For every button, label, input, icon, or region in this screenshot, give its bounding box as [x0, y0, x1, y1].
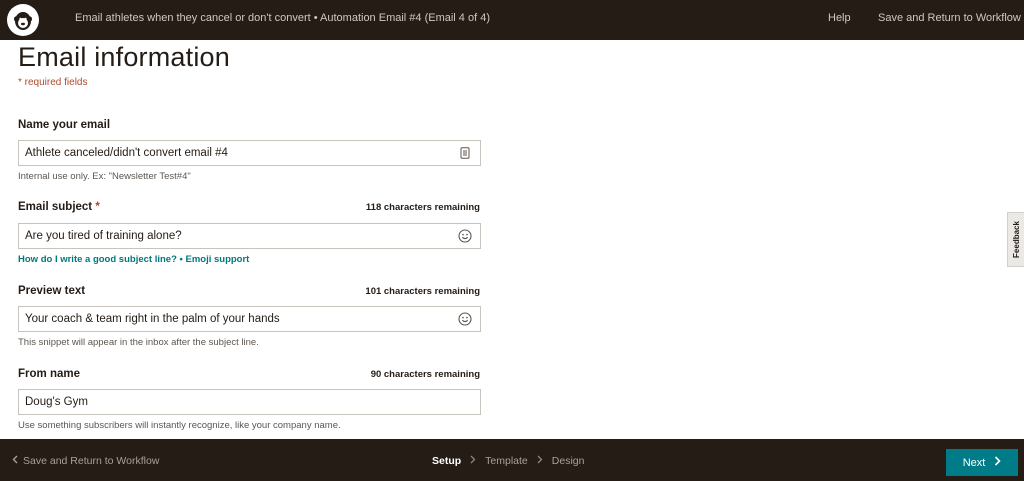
feedback-tab[interactable]: Feedback: [1007, 212, 1024, 267]
page-title: Email information: [18, 42, 230, 72]
preview-text-hint: This snippet will appear in the inbox af…: [18, 337, 259, 348]
save-return-bottom-link[interactable]: Save and Return to Workflow: [12, 455, 159, 467]
emoji-icon[interactable]: [458, 312, 472, 326]
from-name-field-wrapper: [18, 389, 481, 415]
from-name-char-counter: 90 characters remaining: [370, 369, 480, 380]
from-name-label: From name: [18, 368, 80, 380]
subject-line-help-link[interactable]: How do I write a good subject line?: [18, 254, 177, 265]
subject-help-links: How do I write a good subject line? • Em…: [18, 254, 249, 265]
from-name-hint: Use something subscribers will instantly…: [18, 420, 341, 431]
step-template[interactable]: Template: [485, 455, 528, 467]
required-fields-note: * required fields: [18, 77, 88, 88]
preview-text-label: Preview text: [18, 285, 86, 297]
preview-text-field-wrapper: [18, 306, 481, 332]
required-asterisk: *: [95, 201, 100, 213]
preview-text-input[interactable]: [19, 307, 480, 331]
from-name-input[interactable]: [19, 390, 480, 414]
merge-tag-icon[interactable]: [458, 146, 472, 160]
next-button-label: Next: [962, 456, 986, 469]
name-email-hint: Internal use only. Ex: "Newsletter Test#…: [18, 171, 191, 182]
name-email-input[interactable]: [19, 141, 480, 165]
emoji-support-link[interactable]: Emoji support: [185, 254, 249, 265]
link-separator: •: [179, 254, 183, 265]
save-return-top-link[interactable]: Save and Return to Workflow: [878, 12, 1021, 24]
save-return-bottom-label: Save and Return to Workflow: [23, 455, 160, 467]
name-email-label: Name your email: [18, 119, 111, 131]
mailchimp-logo-icon[interactable]: [7, 4, 39, 36]
email-subject-field-wrapper: [18, 223, 481, 249]
step-design[interactable]: Design: [552, 455, 585, 467]
bottom-bar: Save and Return to Workflow Setup Templa…: [0, 439, 1024, 481]
feedback-label: Feedback: [1011, 221, 1021, 258]
page-breadcrumb-title: Email athletes when they cancel or don't…: [75, 12, 490, 24]
next-button[interactable]: Next: [946, 449, 1018, 476]
help-link[interactable]: Help: [828, 12, 851, 24]
top-bar: Email athletes when they cancel or don't…: [0, 0, 1024, 40]
wizard-steps: Setup Template Design: [432, 455, 584, 467]
step-setup[interactable]: Setup: [432, 455, 461, 467]
email-subject-input[interactable]: [19, 224, 480, 248]
email-subject-label: Email subject *: [18, 201, 100, 213]
subject-char-counter: 118 characters remaining: [365, 202, 480, 213]
email-subject-label-text: Email subject: [18, 201, 93, 213]
chevron-left-icon: [12, 455, 18, 467]
chevron-right-icon: [994, 456, 1001, 469]
emoji-icon[interactable]: [458, 229, 472, 243]
chevron-right-icon: [470, 455, 476, 467]
chevron-right-icon: [537, 455, 543, 467]
name-email-field-wrapper: [18, 140, 481, 166]
preview-char-counter: 101 characters remaining: [365, 286, 480, 297]
